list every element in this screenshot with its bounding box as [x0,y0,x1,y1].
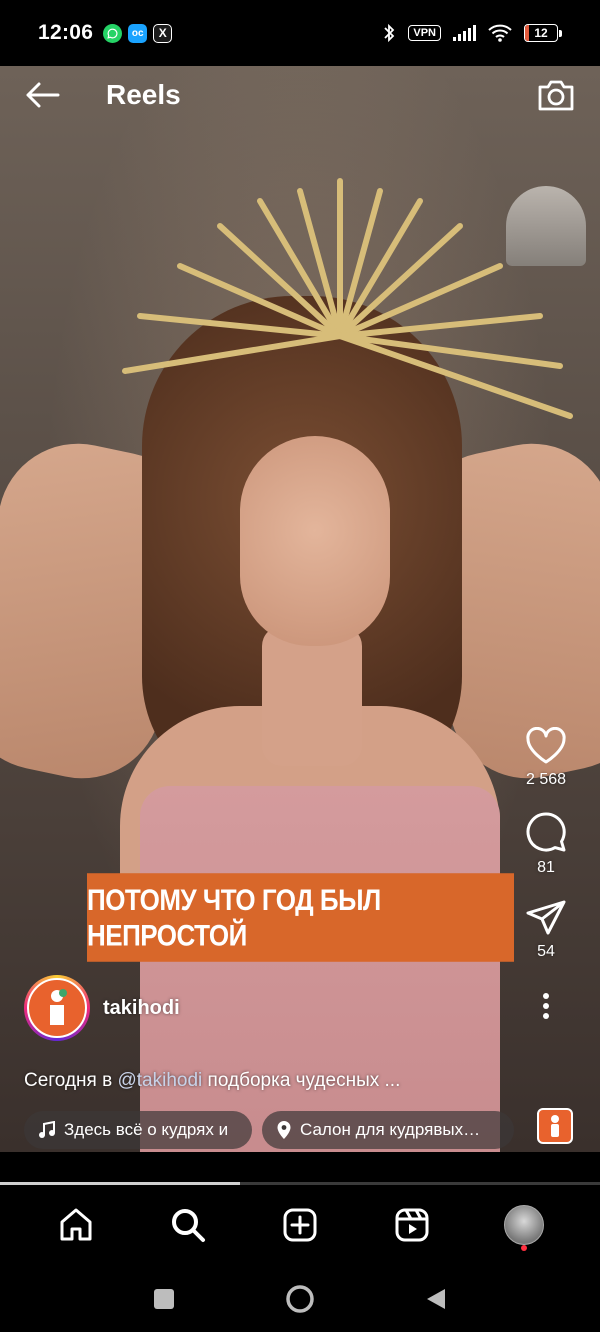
location-pin-icon [277,1121,291,1139]
square-icon [154,1288,174,1309]
signal-icon [453,25,476,41]
avatar-figure-icon [50,989,67,1025]
post-chips: Здесь всё о кудрях и Салон для кудрявых… [24,1111,514,1149]
nav-profile[interactable] [494,1195,554,1255]
home-icon [60,1208,92,1241]
x-app-icon: X [153,23,173,43]
triangle-back-icon [427,1288,445,1309]
video-overlay-text: ПОТОМУ ЧТО ГОД БЫЛ НЕПРОСТОЙ [87,873,514,962]
battery-icon: 12 [524,24,562,42]
recents-button[interactable] [144,1279,184,1319]
author-row: takihodi [24,975,180,1041]
nav-home[interactable] [46,1195,106,1255]
description-prefix: Сегодня в [24,1070,118,1091]
description-mention[interactable]: @takihodi [117,1070,202,1091]
wifi-icon [488,24,512,42]
like-count: 2 568 [525,771,567,788]
music-chip[interactable]: Здесь всё о кудрях и [24,1111,252,1149]
camera-icon [538,80,574,111]
comment-action[interactable]: 81 [525,811,567,877]
bottom-navigation [0,1185,600,1265]
search-icon [172,1209,205,1242]
reels-icon [395,1208,429,1242]
music-note-icon [39,1121,55,1138]
author-username[interactable]: takihodi [103,997,180,1020]
description-suffix: подборка чудесных ... [202,1070,401,1091]
oc-app-icon: oc [128,23,148,43]
audio-thumbnail[interactable] [537,1108,573,1144]
crown-shape [122,178,573,419]
arrow-left-icon [26,82,60,108]
system-navigation [0,1265,600,1332]
circle-icon [286,1284,314,1313]
comment-icon[interactable] [525,811,567,853]
more-options-button[interactable] [531,991,561,1021]
music-label: Здесь всё о кудрях и [64,1120,229,1139]
status-app-icons: oc X [103,23,173,43]
comment-count: 81 [537,859,555,876]
profile-avatar [504,1205,544,1245]
plus-square-icon [283,1208,317,1242]
status-indicators: VPN 12 [382,23,562,43]
back-system-button[interactable] [416,1279,456,1319]
status-time: 12:06 [38,21,94,44]
send-icon[interactable] [525,899,567,937]
logo-figure-icon [551,1115,559,1137]
author-avatar[interactable] [24,975,90,1041]
action-rail: 2 568 81 54 [512,727,580,1021]
page-title: Reels [106,79,181,110]
bluetooth-icon [384,23,395,43]
post-description[interactable]: Сегодня в @takihodi подборка чудесных ..… [24,1070,400,1092]
whatsapp-icon [103,23,123,43]
location-chip[interactable]: Салон для кудрявых… [262,1111,514,1149]
like-action[interactable]: 2 568 [525,727,567,789]
share-action[interactable]: 54 [525,899,567,961]
nav-create[interactable] [270,1195,330,1255]
notification-dot [521,1245,527,1251]
vpn-badge: VPN [408,25,441,41]
battery-level: 12 [534,26,548,40]
camera-button[interactable] [534,73,578,117]
nav-search[interactable] [158,1195,218,1255]
back-button[interactable] [22,75,62,115]
home-system-button[interactable] [280,1279,320,1319]
reels-header: Reels [0,66,600,124]
heart-icon[interactable] [525,727,567,765]
status-bar: 12:06 oc X VPN 12 [0,0,600,66]
more-vertical-icon [543,993,549,1019]
location-label: Салон для кудрявых… [300,1120,481,1139]
nav-reels[interactable] [382,1195,442,1255]
share-count: 54 [537,943,555,960]
